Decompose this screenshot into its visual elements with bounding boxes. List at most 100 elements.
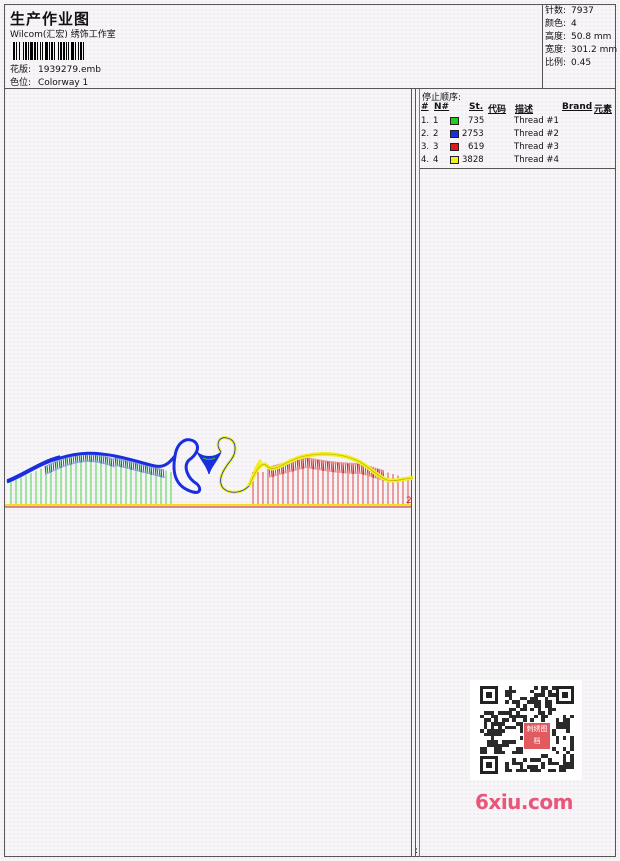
left-swan-motif (172, 438, 222, 494)
table-row: 3. 3 619 Thread #3 (420, 141, 616, 154)
watermark-brand: 6xiu.com (475, 790, 573, 814)
satin-stitch (122, 458, 125, 469)
qr-module (512, 689, 516, 694)
satin-stitch (46, 464, 49, 474)
qr-module (523, 707, 527, 712)
satin-stitch (344, 462, 347, 474)
production-sheet: 生产作业图 Wilcom(汇宏) 绣饰工作室 花版: 1939279.emb 色位… (0, 0, 620, 861)
table-row: 1. 1 735 Thread #1 (420, 115, 616, 128)
satin-stitch (320, 459, 323, 471)
stat-height: 高度: 50.8 mm (545, 31, 611, 44)
qr-module (552, 707, 556, 712)
row-needle: 3 (433, 142, 439, 152)
row-description: Thread #2 (514, 129, 559, 139)
studio-name: Wilcom(汇宏) 绣饰工作室 (10, 30, 116, 40)
row-code: 619 (468, 142, 485, 152)
satin-stitch (62, 457, 65, 468)
col-header-st: St. (469, 102, 484, 112)
satin-stitch (96, 453, 99, 463)
qr-finder-pattern (480, 756, 498, 774)
row-needle: 1 (433, 116, 439, 126)
satin-stitch (334, 461, 337, 473)
qr-center-logo: 刺绣图档 (523, 722, 551, 750)
table-row: 2. 2 2753 Thread #2 (420, 128, 616, 141)
embroidery-design-preview (5, 436, 414, 508)
row-description: Thread #3 (514, 142, 559, 152)
stat-label: 宽度: (545, 45, 567, 55)
row-index: 4. (421, 155, 430, 165)
design-file-label: 花版: (10, 65, 32, 75)
qr-module (537, 768, 542, 773)
qr-module (512, 725, 516, 730)
qr-module (562, 768, 567, 773)
qr-finder-pattern (480, 686, 498, 704)
qr-module (505, 718, 509, 722)
qr-module (501, 750, 506, 755)
stat-value: 7937 (571, 6, 594, 16)
satin-stitch (338, 461, 341, 473)
qr-module (523, 768, 527, 773)
design-file-row: 花版: 1939279.emb (10, 62, 101, 75)
qr-module (570, 765, 574, 769)
satin-stitch (146, 464, 149, 475)
row-index: 1. (421, 116, 430, 126)
satin-stitch (102, 455, 105, 465)
qr-module (562, 736, 567, 740)
satin-stitch (138, 462, 141, 473)
qr-module (523, 758, 527, 762)
satin-stitch (300, 458, 303, 470)
qr-module (541, 765, 545, 769)
qr-module (483, 750, 488, 755)
satin-stitch (314, 458, 317, 470)
qr-module (555, 740, 560, 744)
table-row: 4. 4 3828 Thread #4 (420, 154, 616, 167)
stat-label: 针数: (545, 6, 567, 16)
satin-stitch (52, 462, 55, 472)
col-header-brand: Brand (562, 102, 593, 112)
qr-module (505, 700, 509, 704)
qr-module (498, 732, 502, 737)
design-file-value: 1939279.emb (38, 65, 101, 75)
qr-finder-pattern (556, 686, 574, 704)
bottom-marker: : (415, 846, 419, 856)
row-description: Thread #1 (514, 116, 559, 126)
satin-stitch (128, 460, 131, 470)
qr-code-matrix: 刺绣图档 (480, 686, 574, 774)
satin-stitch (350, 462, 353, 474)
satin-stitch (152, 466, 155, 476)
stat-label: 比例: (545, 58, 567, 68)
row-needle: 2 (433, 129, 439, 139)
satin-stitch (112, 458, 115, 468)
col-header-index: # (421, 102, 429, 112)
satin-stitch (66, 456, 69, 466)
stat-label: 高度: (545, 32, 567, 42)
colorway-row: 色位: Colorway 1 (10, 75, 88, 88)
qr-code[interactable]: 刺绣图档 (470, 680, 582, 780)
qr-module (508, 768, 513, 773)
thread-color-swatch (450, 117, 459, 125)
satin-stitch (68, 456, 71, 466)
design-marker-label: 2 (406, 496, 412, 506)
satin-stitch (116, 457, 119, 467)
colorway-value: Colorway 1 (38, 78, 89, 88)
thread-stop-sequence-table: 停止顺序: # N# St. 代码 描述 Brand 元素 1. 1 735 T… (420, 89, 616, 169)
qr-module (519, 729, 524, 733)
satin-stitch (328, 460, 331, 472)
satin-stitch (304, 456, 307, 469)
qr-module (555, 750, 560, 755)
satin-stitch (310, 457, 313, 470)
qr-module (519, 736, 524, 740)
satin-stitch (156, 467, 159, 477)
satin-stitch (158, 467, 161, 478)
satin-stitch (142, 463, 145, 474)
satin-stitch (106, 456, 109, 466)
thread-color-swatch (450, 130, 459, 138)
qr-module (544, 714, 549, 719)
satin-stitch (318, 459, 321, 471)
satin-stitch (354, 462, 357, 474)
side-panel-separator (419, 89, 420, 857)
satin-stitch (48, 463, 51, 474)
satin-stitch (348, 462, 351, 474)
barcode (13, 42, 145, 60)
satin-stitch (126, 459, 129, 470)
